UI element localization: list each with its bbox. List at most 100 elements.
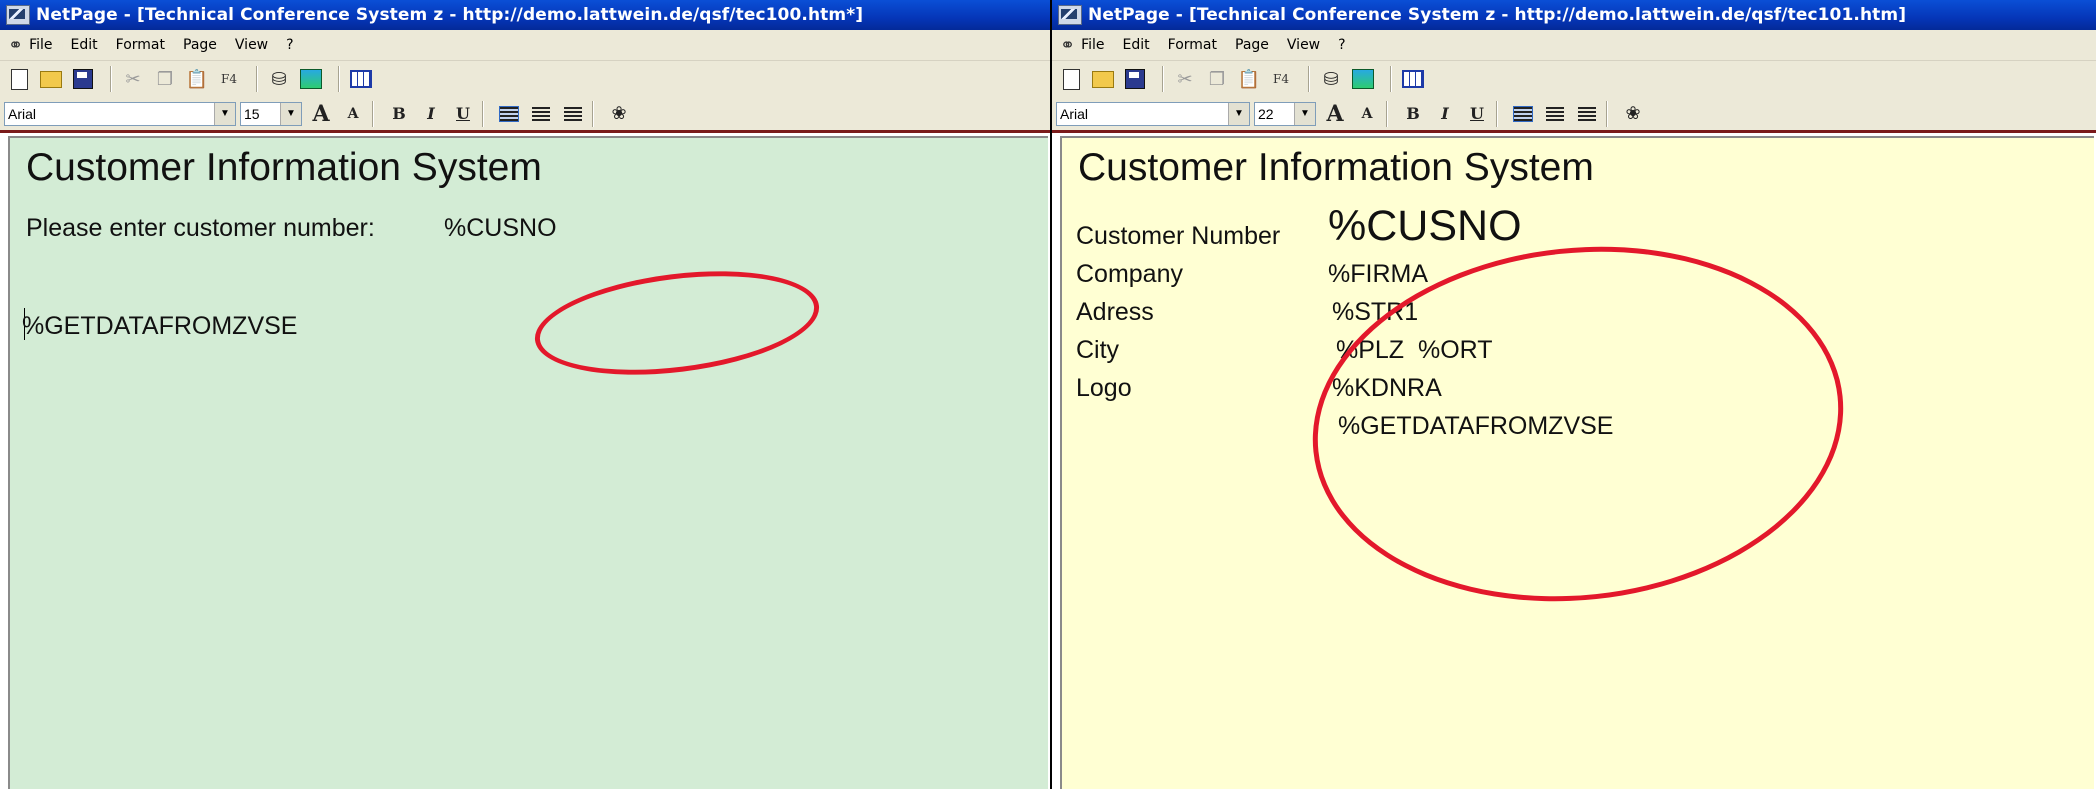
font-size-value: 22: [1258, 105, 1274, 122]
properties-button[interactable]: ⛁: [1318, 66, 1344, 92]
table-icon: [350, 70, 372, 88]
align-center-button[interactable]: [1542, 101, 1568, 127]
italic-button[interactable]: I: [418, 101, 444, 127]
new-document-button[interactable]: [6, 66, 32, 92]
copy-icon: ❐: [1208, 68, 1226, 89]
chevron-down-icon[interactable]: ▼: [1294, 102, 1315, 125]
font-family-select[interactable]: Arial ▼: [1056, 101, 1250, 126]
format-toolbar: Arial ▼ 22 ▼ A A B I U ❀: [1052, 97, 2096, 133]
color-button[interactable]: ❀: [606, 101, 632, 127]
menu-edit[interactable]: Edit: [1123, 37, 1150, 53]
str1-placeholder: %STR1: [1332, 298, 1419, 326]
title-bar[interactable]: NetPage - [Technical Conference System z…: [0, 0, 1050, 30]
menu-file[interactable]: File: [29, 37, 52, 53]
align-left-button[interactable]: [1510, 101, 1536, 127]
italic-icon: I: [427, 104, 435, 123]
underline-icon: U: [1470, 104, 1484, 123]
toolbar-separator: [1162, 66, 1164, 92]
underline-button[interactable]: U: [1464, 101, 1490, 127]
align-left-icon: [499, 105, 519, 122]
field-label-city: City: [1076, 336, 1120, 364]
align-right-icon: [564, 106, 582, 121]
menu-bar: ⚭ File Edit Format Page View ?: [0, 30, 1050, 61]
menu-bar: ⚭ File Edit Format Page View ?: [1052, 30, 2096, 61]
f4-button[interactable]: F4: [216, 66, 242, 92]
insert-image-button[interactable]: [1350, 66, 1376, 92]
shrink-font-icon: A: [1361, 105, 1373, 122]
open-button[interactable]: [1090, 66, 1116, 92]
menu-help[interactable]: ?: [1338, 37, 1345, 53]
grow-font-icon: A: [312, 100, 330, 127]
align-right-button[interactable]: [1574, 101, 1600, 127]
title-bar[interactable]: NetPage - [Technical Conference System z…: [1052, 0, 2096, 30]
paste-button[interactable]: 📋: [1236, 66, 1262, 92]
font-size-select[interactable]: 22 ▼: [1254, 101, 1316, 126]
properties-button[interactable]: ⛁: [266, 66, 292, 92]
cut-button[interactable]: ✂: [120, 66, 146, 92]
chevron-down-icon[interactable]: ▼: [1228, 102, 1249, 125]
clipboard-icon: 📋: [185, 68, 209, 89]
grow-font-button[interactable]: A: [308, 101, 334, 127]
menu-format[interactable]: Format: [116, 37, 165, 53]
align-center-button[interactable]: [528, 101, 554, 127]
glasses-icon: ⚭: [1060, 34, 1076, 56]
menu-view[interactable]: View: [1287, 37, 1320, 53]
underline-button[interactable]: U: [450, 101, 476, 127]
glasses-icon: ⚭: [8, 34, 24, 56]
menu-help[interactable]: ?: [286, 37, 293, 53]
shrink-font-icon: A: [347, 105, 359, 122]
new-document-button[interactable]: [1058, 66, 1084, 92]
document-editor[interactable]: Customer Information System Please enter…: [8, 136, 1048, 789]
paint-can-icon: ⛁: [271, 68, 287, 89]
toolbar-separator: [1390, 66, 1392, 92]
copy-icon: ❐: [156, 68, 174, 89]
save-button[interactable]: [70, 66, 96, 92]
paste-button[interactable]: 📋: [184, 66, 210, 92]
table-icon: [1402, 70, 1424, 88]
grow-font-icon: A: [1326, 100, 1344, 127]
page-heading: Customer Information System: [1078, 146, 1594, 189]
bold-button[interactable]: B: [386, 101, 412, 127]
toolbar-separator: [372, 100, 374, 127]
netpage-window-left: NetPage - [Technical Conference System z…: [0, 0, 1052, 789]
align-right-button[interactable]: [560, 101, 586, 127]
toolbar-separator: [1386, 100, 1388, 127]
toolbar-separator: [592, 100, 594, 127]
menu-edit[interactable]: Edit: [71, 37, 98, 53]
open-button[interactable]: [38, 66, 64, 92]
grow-font-button[interactable]: A: [1322, 101, 1348, 127]
menu-file[interactable]: File: [1081, 37, 1104, 53]
insert-table-button[interactable]: [348, 66, 374, 92]
bold-button[interactable]: B: [1400, 101, 1426, 127]
f4-button[interactable]: F4: [1268, 66, 1294, 92]
menu-format[interactable]: Format: [1168, 37, 1217, 53]
chevron-down-icon[interactable]: ▼: [214, 102, 235, 125]
italic-button[interactable]: I: [1432, 101, 1458, 127]
align-left-icon: [1513, 105, 1533, 122]
save-button[interactable]: [1122, 66, 1148, 92]
copy-button[interactable]: ❐: [152, 66, 178, 92]
insert-image-button[interactable]: [298, 66, 324, 92]
firma-placeholder: %FIRMA: [1328, 260, 1428, 288]
copy-button[interactable]: ❐: [1204, 66, 1230, 92]
document-editor[interactable]: Customer Information System Customer Num…: [1060, 136, 2094, 789]
bold-icon: B: [392, 104, 406, 123]
field-label-adress: Adress: [1076, 298, 1154, 326]
toolbar-separator: [1308, 66, 1310, 92]
font-size-select[interactable]: 15 ▼: [240, 101, 302, 126]
align-left-button[interactable]: [496, 101, 522, 127]
color-button[interactable]: ❀: [1620, 101, 1646, 127]
field-label-logo: Logo: [1076, 374, 1132, 402]
palette-icon: ❀: [1625, 103, 1641, 124]
menu-page[interactable]: Page: [1235, 37, 1269, 53]
menu-page[interactable]: Page: [183, 37, 217, 53]
shrink-font-button[interactable]: A: [340, 101, 366, 127]
insert-table-button[interactable]: [1400, 66, 1426, 92]
cut-button[interactable]: ✂: [1172, 66, 1198, 92]
shrink-font-button[interactable]: A: [1354, 101, 1380, 127]
font-family-select[interactable]: Arial ▼: [4, 101, 236, 126]
menu-view[interactable]: View: [235, 37, 268, 53]
toolbar-separator: [1496, 100, 1498, 127]
chevron-down-icon[interactable]: ▼: [280, 102, 301, 125]
format-toolbar: Arial ▼ 15 ▼ A A B I U ❀: [0, 97, 1050, 133]
